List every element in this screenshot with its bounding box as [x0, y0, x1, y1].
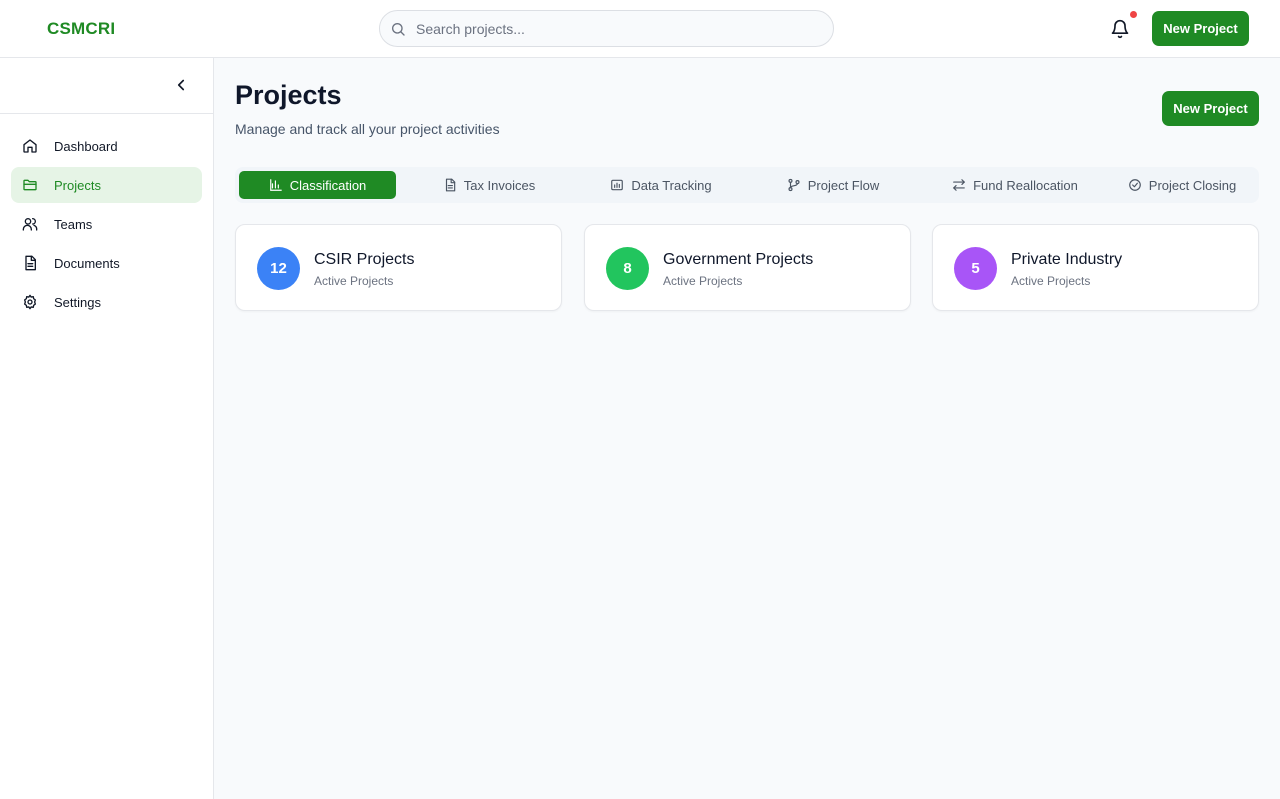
- tab-label: Classification: [289, 177, 367, 193]
- app-logo[interactable]: CSMCRI: [47, 19, 115, 39]
- sidebar-item-documents[interactable]: Documents: [11, 245, 202, 281]
- gear-icon: [24, 294, 36, 310]
- page-subtitle: Manage and track all your project activi…: [235, 121, 500, 137]
- tab-fund-reallocation[interactable]: Fund Reallocation: [925, 171, 1105, 199]
- git-branch-icon: [788, 178, 800, 192]
- search-icon: [392, 23, 405, 36]
- file-text-icon: [445, 178, 455, 192]
- count-badge: 5: [954, 247, 997, 290]
- count-badge: 12: [257, 247, 300, 290]
- search-bar[interactable]: [379, 10, 834, 47]
- tab-project-flow[interactable]: Project Flow: [753, 171, 913, 199]
- search-input[interactable]: [416, 11, 816, 46]
- sidebar-item-dashboard[interactable]: Dashboard: [11, 128, 202, 164]
- card-private-industry[interactable]: 5 Private Industry Active Projects: [932, 224, 1259, 311]
- tab-label: Fund Reallocation: [973, 177, 1078, 193]
- collapse-sidebar-chevron-left-icon[interactable]: [172, 76, 190, 94]
- check-circle-icon: [1128, 179, 1141, 191]
- sidebar: Dashboard Projects Teams Documents Setti…: [0, 58, 214, 799]
- swap-arrows-icon: [953, 179, 965, 191]
- project-tabs: Classification Tax Invoices Data Trackin…: [235, 167, 1259, 203]
- card-subtitle: Active Projects: [1011, 274, 1091, 288]
- sidebar-divider: [0, 113, 213, 114]
- card-title: Government Projects: [663, 251, 814, 268]
- tab-label: Tax Invoices: [463, 177, 536, 193]
- header-new-project-button[interactable]: New Project: [1152, 11, 1249, 46]
- tab-label: Project Flow: [807, 177, 880, 193]
- card-government-projects[interactable]: 8 Government Projects Active Projects: [584, 224, 911, 311]
- folder-icon: [23, 179, 37, 191]
- tab-label: Project Closing: [1148, 177, 1237, 193]
- sidebar-item-label: Dashboard: [54, 139, 118, 154]
- tab-tax-invoices[interactable]: Tax Invoices: [409, 171, 569, 199]
- sidebar-item-label: Projects: [54, 178, 101, 193]
- top-header: CSMCRI New Project: [0, 0, 1280, 58]
- card-subtitle: Active Projects: [314, 274, 394, 288]
- users-icon: [22, 218, 38, 231]
- card-subtitle: Active Projects: [663, 274, 743, 288]
- card-csir-projects[interactable]: 12 CSIR Projects Active Projects: [235, 224, 562, 311]
- sidebar-item-label: Settings: [54, 295, 101, 310]
- new-project-button[interactable]: New Project: [1162, 91, 1259, 126]
- count-badge: 8: [606, 247, 649, 290]
- bar-chart-icon: [269, 179, 282, 191]
- sidebar-item-settings[interactable]: Settings: [11, 284, 202, 320]
- card-title: CSIR Projects: [314, 251, 415, 268]
- notification-bell-icon[interactable]: [1110, 19, 1130, 39]
- sidebar-item-projects[interactable]: Projects: [11, 167, 202, 203]
- sidebar-item-teams[interactable]: Teams: [11, 206, 202, 242]
- tab-label: Data Tracking: [631, 177, 712, 193]
- home-icon: [23, 139, 37, 153]
- document-icon: [25, 255, 36, 271]
- tab-project-closing[interactable]: Project Closing: [1109, 171, 1255, 199]
- calendar-chart-icon: [611, 179, 624, 191]
- notification-dot: [1130, 11, 1137, 18]
- page-title: Projects: [235, 80, 342, 110]
- sidebar-item-label: Documents: [54, 256, 120, 271]
- tab-classification[interactable]: Classification: [239, 171, 396, 199]
- card-title: Private Industry: [1011, 251, 1123, 268]
- sidebar-item-label: Teams: [54, 217, 93, 232]
- tab-data-tracking[interactable]: Data Tracking: [581, 171, 741, 199]
